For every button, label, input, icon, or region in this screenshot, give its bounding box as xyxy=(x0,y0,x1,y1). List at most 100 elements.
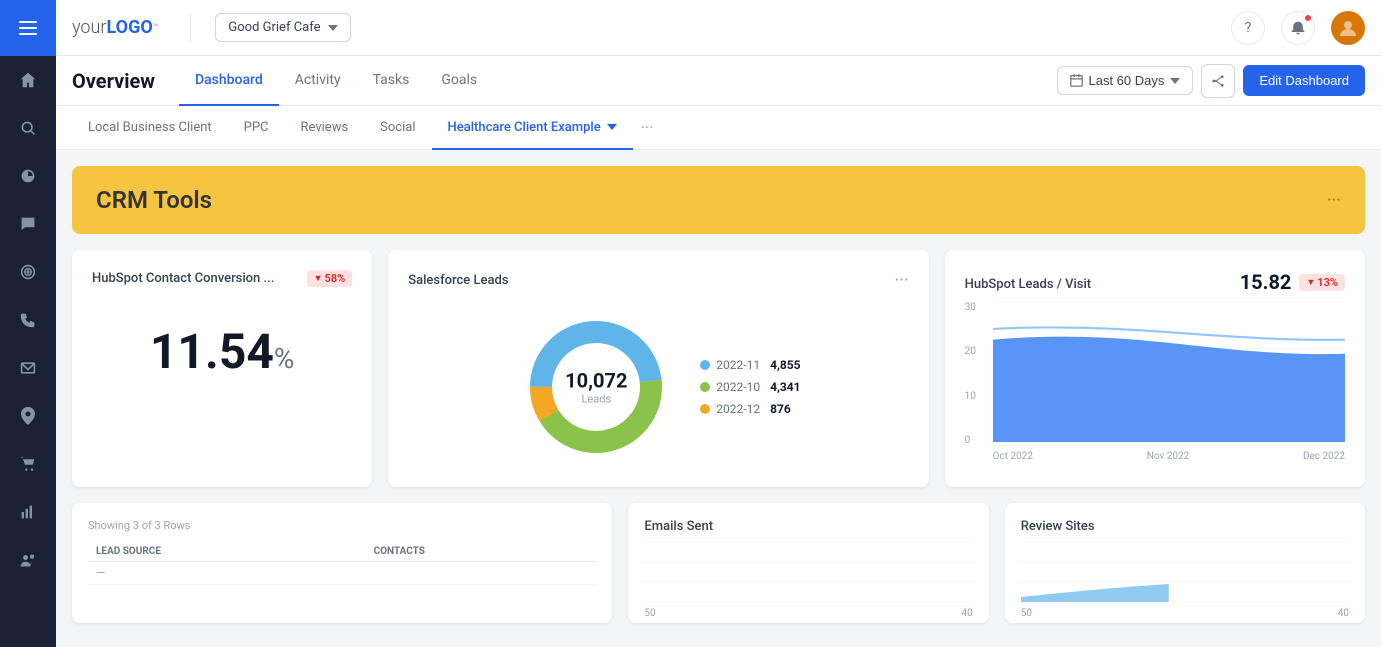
top-navbar: your LOGO ™ Good Grief Cafe ? xyxy=(56,0,1381,56)
share-button[interactable] xyxy=(1201,64,1235,98)
card-leads-title: HubSpot Leads / Visit xyxy=(965,277,1091,292)
col-lead-source: LEAD SOURCE xyxy=(88,542,366,562)
legend-val-3: 876 xyxy=(770,402,791,416)
legend-key-3: 2022-12 xyxy=(716,402,760,416)
chat-icon[interactable] xyxy=(8,204,48,244)
calendar-icon xyxy=(1070,74,1083,87)
card-emails-sent: Emails Sent 50 40 xyxy=(628,503,988,623)
help-button[interactable]: ? xyxy=(1231,11,1265,45)
card-header: HubSpot Contact Conversion ... 58% xyxy=(92,270,352,287)
sidebar xyxy=(0,0,56,647)
crm-banner-title: CRM Tools xyxy=(96,186,212,214)
legend-val-1: 4,855 xyxy=(770,358,801,372)
cards-row: HubSpot Contact Conversion ... 58% 11.54… xyxy=(72,250,1365,487)
card-salesforce-header: Salesforce Leads ··· xyxy=(408,270,908,291)
card-hubspot-conversion: HubSpot Contact Conversion ... 58% 11.54… xyxy=(72,250,372,487)
legend-row-3: 2022-12 876 xyxy=(700,402,800,416)
logo-tm: ™ xyxy=(153,23,159,33)
area-chart xyxy=(993,302,1345,442)
content-area: CRM Tools ··· HubSpot Contact Conversion… xyxy=(56,150,1381,647)
date-filter-label: Last 60 Days xyxy=(1089,73,1165,88)
target-icon[interactable] xyxy=(8,252,48,292)
legend-key-2: 2022-10 xyxy=(716,380,760,394)
notification-badge xyxy=(1304,14,1312,22)
subtab-local-business[interactable]: Local Business Client xyxy=(72,106,228,150)
subtab-reviews[interactable]: Reviews xyxy=(285,106,365,150)
leads-badge: 13% xyxy=(1299,274,1345,291)
emails-chart-svg xyxy=(644,542,972,602)
help-icon: ? xyxy=(1245,20,1252,36)
x-label-nov: Nov 2022 xyxy=(1147,451,1190,462)
main-area: your LOGO ™ Good Grief Cafe ? Overview xyxy=(56,0,1381,647)
col-contacts: CONTACTS xyxy=(366,542,597,562)
crm-banner-more-button[interactable]: ··· xyxy=(1327,190,1341,211)
analytics-icon[interactable] xyxy=(8,492,48,532)
notifications-button[interactable] xyxy=(1281,11,1315,45)
legend-row-1: 2022-11 4,855 xyxy=(700,358,800,372)
subtab-chevron-icon xyxy=(607,124,617,130)
crm-banner: CRM Tools ··· xyxy=(72,166,1365,234)
chart-x-labels: Oct 2022 Nov 2022 Dec 2022 xyxy=(993,451,1345,462)
legend-dot-1 xyxy=(700,360,710,370)
subtab-healthcare[interactable]: Healthcare Client Example xyxy=(432,106,633,150)
leads-value: 15.82 xyxy=(1240,270,1292,294)
bottom-row: Showing 3 of 3 Rows LEAD SOURCE CONTACTS… xyxy=(72,503,1365,623)
tab-dashboard[interactable]: Dashboard xyxy=(179,56,279,106)
donut-label: Leads xyxy=(565,393,627,406)
edit-dashboard-button[interactable]: Edit Dashboard xyxy=(1243,65,1365,96)
tab-tasks[interactable]: Tasks xyxy=(357,56,426,106)
page-title: Overview xyxy=(72,69,155,93)
user-avatar[interactable] xyxy=(1331,11,1365,45)
subtab-bar: Local Business Client PPC Reviews Social… xyxy=(56,106,1381,150)
logo-your: your xyxy=(72,17,106,38)
home-icon[interactable] xyxy=(8,60,48,100)
hubspot-badge: 58% xyxy=(307,270,353,287)
reviews-y-50: 50 xyxy=(1021,608,1032,619)
chart-y-labels: 30 20 10 0 xyxy=(965,302,993,462)
client-dropdown[interactable]: Good Grief Cafe xyxy=(215,13,351,42)
chart-icon[interactable] xyxy=(8,156,48,196)
tab-activity[interactable]: Activity xyxy=(279,56,357,106)
legend-key-1: 2022-11 xyxy=(716,358,760,372)
reviews-title: Review Sites xyxy=(1021,519,1349,534)
bell-icon xyxy=(1290,20,1306,36)
mail-icon[interactable] xyxy=(8,348,48,388)
area-chart-container: 30 20 10 0 xyxy=(965,302,1345,462)
client-name: Good Grief Cafe xyxy=(228,20,320,35)
reviews-chart: 50 40 xyxy=(1021,542,1349,612)
card-table: Showing 3 of 3 Rows LEAD SOURCE CONTACTS… xyxy=(72,503,612,623)
date-filter-button[interactable]: Last 60 Days xyxy=(1057,66,1194,95)
x-label-dec: Dec 2022 xyxy=(1303,451,1345,462)
donut-legend: 2022-11 4,855 2022-10 4,341 2022-12 876 xyxy=(700,358,800,416)
table-row: — xyxy=(88,562,596,585)
location-icon[interactable] xyxy=(8,396,48,436)
emails-y-50: 50 xyxy=(644,608,655,619)
reviews-y-40: 40 xyxy=(1338,608,1349,619)
card-hubspot-leads: HubSpot Leads / Visit 15.82 13% 30 20 10… xyxy=(945,250,1365,487)
legend-dot-3 xyxy=(700,404,710,414)
card-salesforce-title: Salesforce Leads xyxy=(408,273,508,288)
salesforce-more-button[interactable]: ··· xyxy=(895,270,909,291)
subtab-more-button[interactable]: ··· xyxy=(641,118,654,137)
emails-chart: 50 40 xyxy=(644,542,972,612)
search-icon[interactable] xyxy=(8,108,48,148)
avatar-image xyxy=(1336,16,1360,40)
legend-val-2: 4,341 xyxy=(770,380,801,394)
cart-icon[interactable] xyxy=(8,444,48,484)
card-salesforce: Salesforce Leads ··· xyxy=(388,250,928,487)
x-label-oct: Oct 2022 xyxy=(993,451,1033,462)
hubspot-value: 11.54% xyxy=(150,323,295,380)
phone-icon[interactable] xyxy=(8,300,48,340)
logo: your LOGO ™ xyxy=(72,17,158,38)
card-hubspot-title: HubSpot Contact Conversion ... xyxy=(92,271,274,286)
tab-goals[interactable]: Goals xyxy=(425,56,493,106)
card-leads-header: HubSpot Leads / Visit 15.82 13% xyxy=(965,270,1345,294)
logo-logo: LOGO xyxy=(106,17,152,38)
chevron-down-icon xyxy=(328,25,338,31)
users-icon[interactable] xyxy=(8,540,48,580)
emails-y-40: 40 xyxy=(961,608,972,619)
sidebar-menu-button[interactable] xyxy=(0,0,56,56)
data-table: LEAD SOURCE CONTACTS — xyxy=(88,542,596,585)
subtab-ppc[interactable]: PPC xyxy=(228,106,285,150)
subtab-social[interactable]: Social xyxy=(364,106,431,150)
